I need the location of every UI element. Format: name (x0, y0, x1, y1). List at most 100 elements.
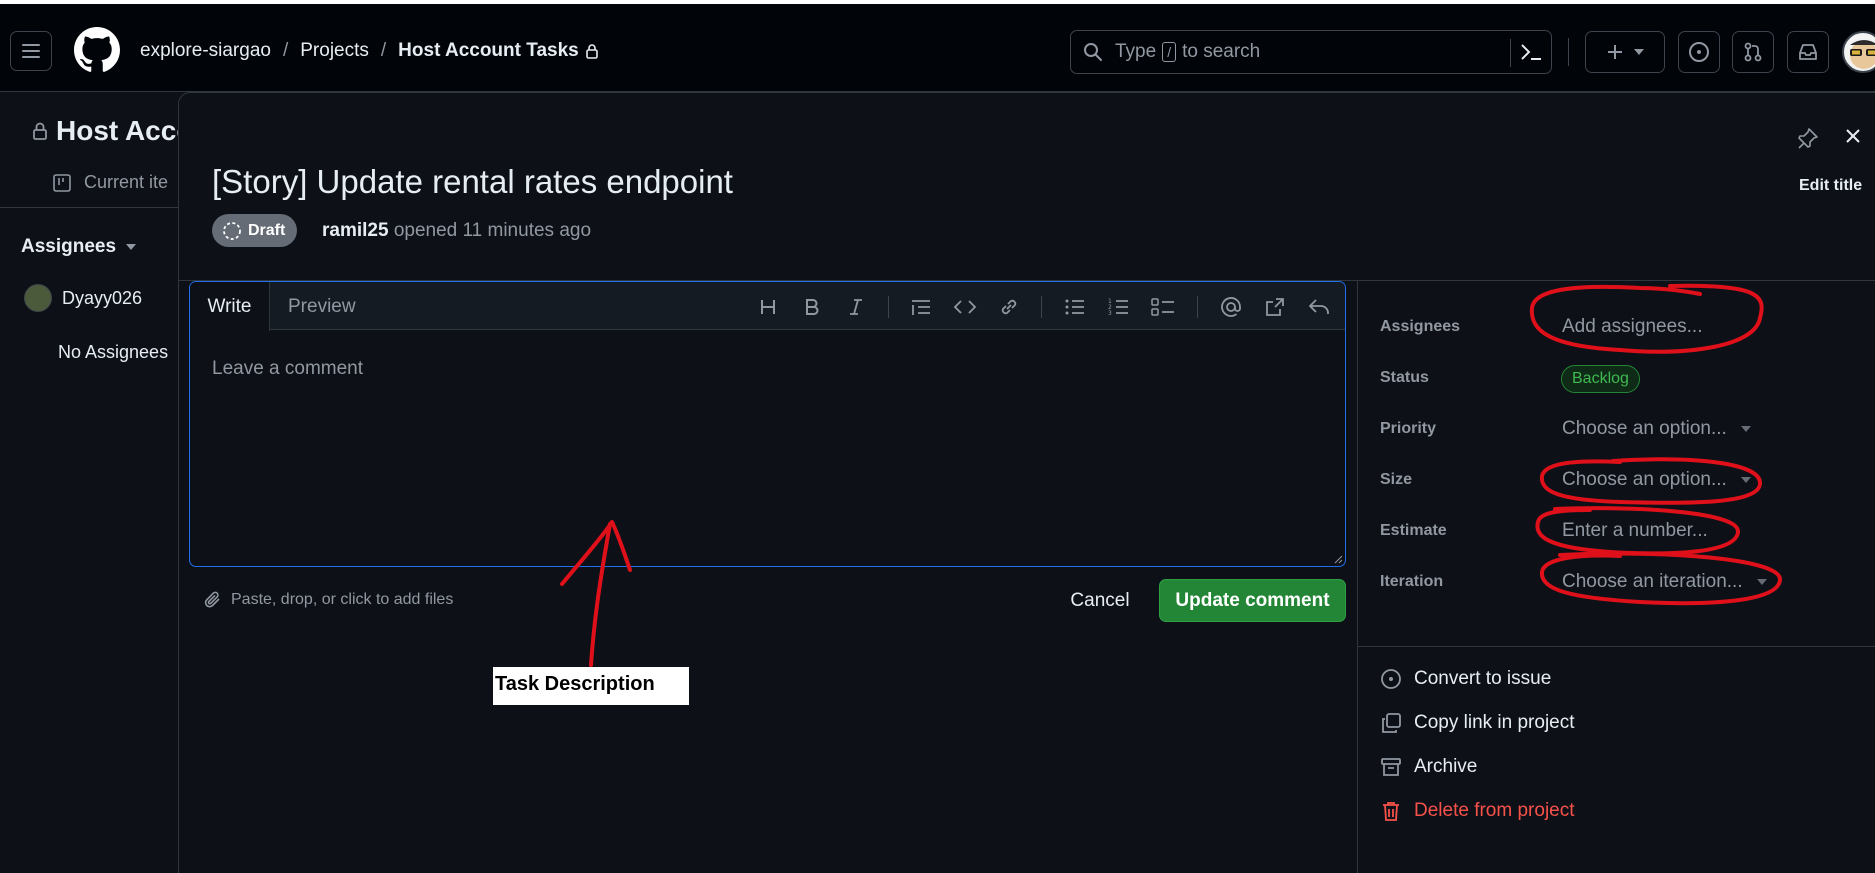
iteration-select[interactable]: Choose an iteration... (1562, 571, 1767, 593)
archive-icon (1381, 758, 1401, 776)
field-label-priority: Priority (1380, 420, 1437, 437)
quote-icon[interactable] (908, 294, 934, 320)
update-comment-button[interactable]: Update comment (1159, 579, 1346, 622)
unordered-list-icon[interactable] (1062, 294, 1088, 320)
opened-time: opened 11 minutes ago (393, 220, 592, 241)
estimate-input[interactable]: Enter a number... (1562, 520, 1708, 542)
search-input[interactable]: Type / to search (1070, 30, 1552, 74)
convert-to-issue-label: Convert to issue (1414, 668, 1552, 689)
pull-request-icon (1744, 42, 1762, 62)
copy-icon (1382, 713, 1401, 733)
project-title-text: Host Acco (56, 115, 194, 146)
draft-badge-label: Draft (248, 221, 286, 239)
field-label-estimate: Estimate (1380, 522, 1447, 539)
copy-link-button[interactable]: Copy link in project (1380, 712, 1575, 734)
chevron-down-icon (1756, 579, 1767, 585)
tab-write[interactable]: Write (190, 282, 270, 331)
item-meta: ramil25 opened 11 minutes ago (322, 220, 591, 242)
menu-button[interactable] (10, 31, 52, 71)
group-user-name: Dyayy026 (62, 287, 143, 308)
toolbar-separator (1041, 296, 1042, 318)
lock-icon (585, 44, 598, 59)
comment-editor: Write Preview 123 Leave a comment (189, 281, 1346, 567)
status-badge[interactable]: Backlog (1561, 365, 1640, 393)
toolbar-separator (1197, 296, 1198, 318)
pull-requests-button[interactable] (1732, 31, 1774, 73)
breadcrumb-projects[interactable]: Projects (300, 40, 369, 62)
editor-toolbar: Write Preview 123 (190, 282, 1345, 331)
priority-select[interactable]: Choose an option... (1562, 418, 1751, 440)
delete-label: Delete from project (1414, 800, 1575, 821)
group-by-assignees[interactable]: Assignees (21, 236, 137, 258)
hamburger-icon (22, 44, 40, 58)
project-title: Host Acco (32, 115, 193, 147)
lock-icon (33, 122, 47, 140)
size-select-value: Choose an option... (1562, 469, 1727, 490)
close-icon[interactable] (1843, 126, 1863, 146)
breadcrumb-separator: / (380, 40, 387, 61)
attach-files-label: Paste, drop, or click to add files (231, 591, 454, 608)
chevron-down-icon (1740, 477, 1751, 483)
ordered-list-icon[interactable]: 123 (1106, 294, 1132, 320)
command-palette-icon[interactable] (1519, 41, 1543, 63)
avatar (24, 284, 52, 312)
assignees-field[interactable]: Add assignees... (1562, 316, 1702, 338)
priority-select-value: Choose an option... (1562, 418, 1727, 439)
size-select[interactable]: Choose an option... (1562, 469, 1751, 491)
field-label-iteration: Iteration (1380, 573, 1444, 590)
pin-icon[interactable] (1796, 127, 1820, 151)
link-icon[interactable] (996, 294, 1022, 320)
inbox-button[interactable] (1787, 31, 1829, 73)
delete-from-project-button[interactable]: Delete from project (1380, 800, 1575, 822)
header-divider (1568, 38, 1569, 66)
edit-title-button[interactable]: Edit title (1799, 177, 1862, 195)
comment-textarea[interactable]: Leave a comment (212, 358, 363, 380)
search-placeholder-suffix: to search (1182, 41, 1261, 62)
field-label-size: Size (1380, 471, 1413, 488)
view-tab-current[interactable]: Current ite (52, 172, 168, 193)
breadcrumb-separator: / (282, 40, 289, 61)
search-divider (1510, 39, 1511, 67)
search-placeholder: Type / to search (1115, 41, 1260, 63)
issues-button[interactable] (1678, 31, 1720, 73)
divider (0, 207, 180, 208)
resize-handle-icon[interactable] (1333, 554, 1343, 564)
inbox-icon (1799, 44, 1817, 60)
italic-icon[interactable] (843, 294, 869, 320)
search-icon (1084, 43, 1102, 61)
copy-link-label: Copy link in project (1414, 712, 1575, 733)
bold-icon[interactable] (799, 294, 825, 320)
create-new-button[interactable] (1585, 31, 1665, 73)
author-link[interactable]: ramil25 (322, 220, 389, 241)
svg-text:3: 3 (1108, 310, 1112, 317)
chevron-down-icon (126, 244, 137, 250)
field-label-status: Status (1380, 369, 1429, 386)
annotation-label: Task Description (493, 667, 689, 705)
breadcrumb-project[interactable]: Host Account Tasks (398, 40, 579, 62)
user-avatar[interactable] (1842, 31, 1875, 73)
cross-reference-icon[interactable] (1262, 294, 1288, 320)
github-logo-icon[interactable] (74, 27, 120, 73)
draft-badge: Draft (212, 214, 298, 247)
search-placeholder-prefix: Type (1115, 41, 1157, 62)
archive-button[interactable]: Archive (1380, 756, 1477, 778)
attach-files[interactable]: Paste, drop, or click to add files (203, 590, 453, 610)
group-no-assignees[interactable]: No Assignees (58, 342, 168, 363)
reply-icon[interactable] (1306, 294, 1332, 320)
cancel-button[interactable]: Cancel (1060, 582, 1140, 620)
task-list-icon[interactable] (1150, 294, 1176, 320)
board-icon (53, 173, 71, 192)
breadcrumb-owner[interactable]: explore-siargao (140, 40, 271, 62)
convert-to-issue-button[interactable]: Convert to issue (1380, 668, 1551, 690)
group-user-row[interactable]: Dyayy026 (24, 284, 142, 312)
search-shortcut-key: / (1162, 42, 1177, 62)
mention-icon[interactable] (1218, 294, 1244, 320)
toolbar-separator (888, 296, 889, 318)
chevron-down-icon (1634, 49, 1644, 55)
code-icon[interactable] (952, 294, 978, 320)
actions-divider (1357, 646, 1875, 647)
iteration-select-value: Choose an iteration... (1562, 571, 1743, 592)
heading-icon[interactable] (755, 294, 781, 320)
tab-preview[interactable]: Preview (288, 296, 356, 318)
group-label: Assignees (21, 236, 117, 257)
